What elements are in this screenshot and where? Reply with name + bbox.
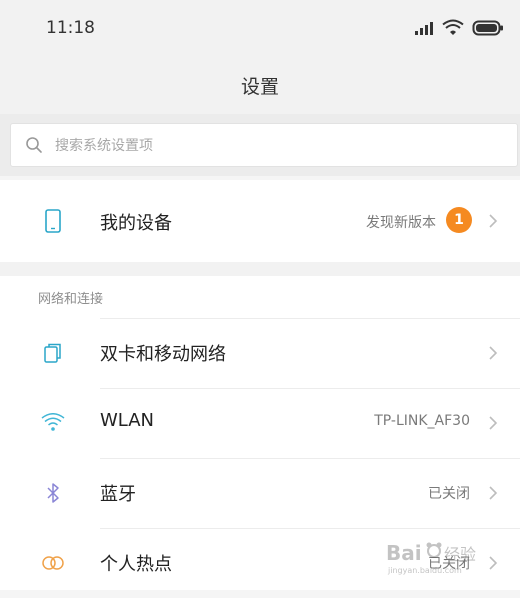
wifi-icon <box>442 19 464 37</box>
page-title: 设置 <box>241 72 279 99</box>
status-icons <box>414 16 504 40</box>
bluetooth-status: 已关闭 <box>428 483 470 503</box>
svg-text:经验: 经验 <box>444 545 476 564</box>
chevron-right-icon <box>484 344 502 362</box>
search-box[interactable] <box>10 123 518 167</box>
my-device-row[interactable]: 我的设备 发现新版本 1 <box>0 180 520 262</box>
search-area <box>0 114 520 176</box>
bluetooth-row[interactable]: 蓝牙 已关闭 <box>0 458 520 528</box>
dual-sim-icon <box>40 340 66 366</box>
dual-sim-row[interactable]: 双卡和移动网络 <box>0 318 520 388</box>
update-badge: 1 <box>446 207 472 233</box>
chevron-right-icon <box>484 212 502 230</box>
wlan-row[interactable]: WLAN TP-LINK_AF30 <box>0 388 520 458</box>
hotspot-label: 个人热点 <box>100 550 172 576</box>
cellular-signal-icon <box>414 20 434 36</box>
section-gap <box>0 262 520 276</box>
bluetooth-label: 蓝牙 <box>100 480 136 506</box>
chevron-right-icon <box>484 414 502 432</box>
search-input[interactable] <box>53 132 493 160</box>
baidu-watermark-logo: Bai 经验 jingyan.baidu.com <box>384 534 494 576</box>
title-bar: 设置 <box>0 56 520 114</box>
chevron-right-icon <box>484 484 502 502</box>
svg-text:Bai: Bai <box>386 541 422 565</box>
wifi-icon <box>40 410 66 436</box>
wlan-network-name: TP-LINK_AF30 <box>374 413 470 429</box>
search-icon <box>25 136 43 154</box>
new-version-status: 发现新版本 <box>366 212 436 232</box>
status-bar: 11:18 <box>0 0 520 56</box>
section-header: 网络和连接 <box>38 288 103 307</box>
battery-icon <box>472 19 504 37</box>
hotspot-icon <box>40 550 66 576</box>
my-device-label: 我的设备 <box>100 209 172 235</box>
svg-text:jingyan.baidu.com: jingyan.baidu.com <box>387 566 462 575</box>
wlan-label: WLAN <box>100 410 154 431</box>
dual-sim-label: 双卡和移动网络 <box>100 340 226 366</box>
phone-device-icon <box>40 208 66 234</box>
bluetooth-icon <box>40 480 66 506</box>
status-time: 11:18 <box>46 18 95 38</box>
